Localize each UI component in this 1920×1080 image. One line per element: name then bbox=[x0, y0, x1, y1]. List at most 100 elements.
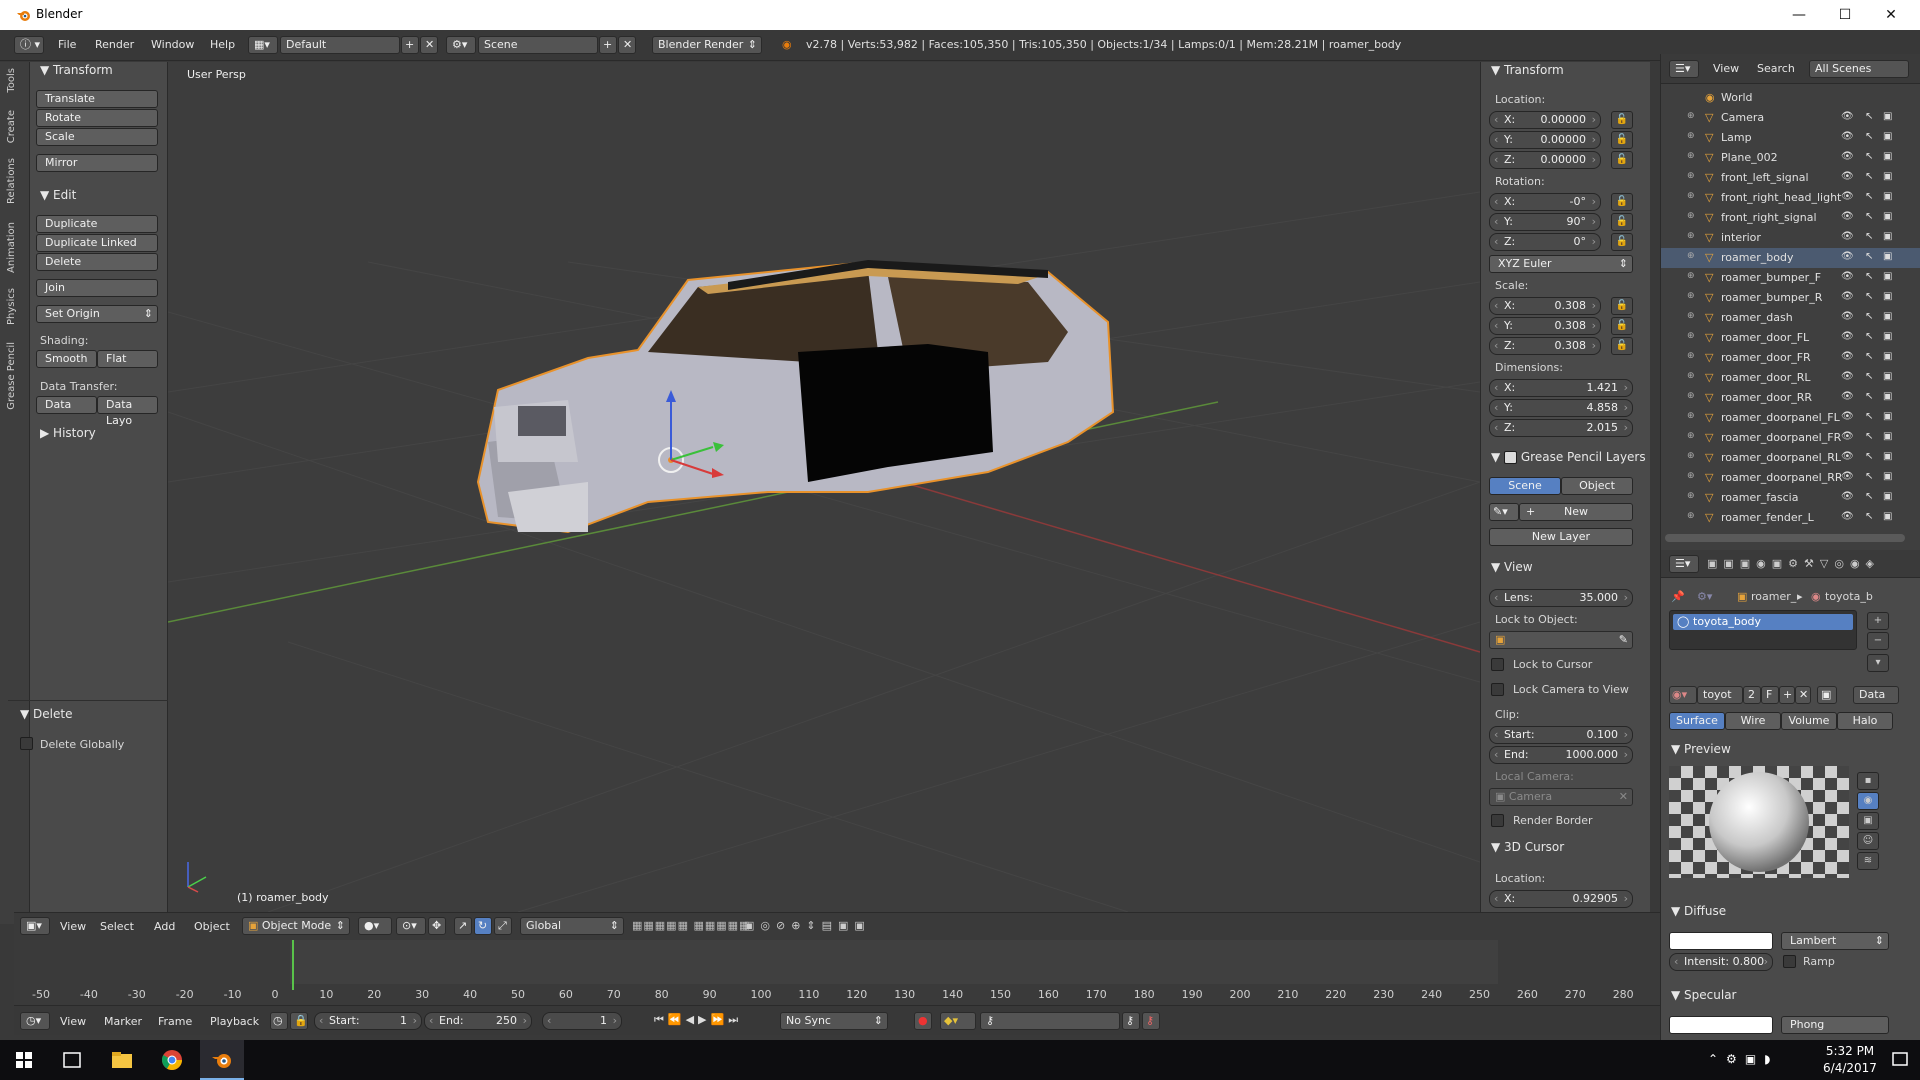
outliner-row[interactable]: ⊕ ▽ roamer_bumper_R 👁 ↖ ▣ bbox=[1661, 288, 1920, 308]
selectable-cursor-icon[interactable]: ↖ bbox=[1865, 511, 1873, 522]
expand-icon[interactable]: ⊕ bbox=[1687, 411, 1695, 421]
scale-x-field[interactable]: X: 0.308 bbox=[1489, 297, 1601, 315]
nodes-toggle[interactable]: ▣ bbox=[1817, 686, 1837, 704]
expand-icon[interactable]: ⊕ bbox=[1687, 231, 1695, 241]
preview-type-buttons[interactable]: ▪ ◉ ▣ ☺ ≋ bbox=[1857, 772, 1879, 874]
outliner-row[interactable]: ⊕ ▽ roamer_bumper_F 👁 ↖ ▣ bbox=[1661, 268, 1920, 288]
outliner-scrollbar[interactable] bbox=[1665, 534, 1905, 542]
selectable-cursor-icon[interactable]: ↖ bbox=[1865, 451, 1873, 462]
breadcrumb-material[interactable]: toyota_b bbox=[1825, 590, 1873, 603]
pivot-select[interactable]: ⊙▾ bbox=[396, 917, 426, 935]
expand-icon[interactable]: ⊕ bbox=[1687, 351, 1695, 361]
gp-new-button[interactable]: + New bbox=[1519, 503, 1633, 521]
mirror-button[interactable]: Mirror bbox=[36, 154, 158, 172]
outliner-row[interactable]: ⊕ ▽ front_right_head_light 👁 ↖ ▣ bbox=[1661, 188, 1920, 208]
outliner-row[interactable]: ⊕ ▽ roamer_door_RL 👁 ↖ ▣ bbox=[1661, 368, 1920, 388]
scale-manipulator[interactable]: ⤢ bbox=[494, 917, 512, 935]
preview-range-toggle[interactable]: ◷ bbox=[270, 1012, 288, 1030]
add-slot-button[interactable]: + bbox=[1867, 612, 1889, 630]
notifications-icon[interactable] bbox=[1884, 1048, 1916, 1072]
visibility-eye-icon[interactable]: 👁 bbox=[1841, 511, 1854, 522]
rotation-mode-select[interactable]: XYZ Euler ⇕ bbox=[1489, 255, 1633, 273]
layout-browse[interactable]: ▦▾ bbox=[248, 36, 278, 54]
close-button[interactable]: ✕ bbox=[1868, 0, 1914, 30]
timeline-editor-menu[interactable]: ◷▾ bbox=[20, 1012, 50, 1030]
material-name-field[interactable]: toyot bbox=[1697, 686, 1743, 704]
expand-icon[interactable]: ⊕ bbox=[1687, 391, 1695, 401]
outliner-filter-select[interactable]: All Scenes bbox=[1809, 60, 1909, 78]
visibility-eye-icon[interactable]: 👁 bbox=[1841, 231, 1854, 242]
rotate-manipulator[interactable]: ↻ bbox=[474, 917, 492, 935]
remove-slot-button[interactable]: − bbox=[1867, 632, 1889, 650]
render-camera-icon[interactable]: ▣ bbox=[1883, 191, 1892, 202]
lock-object-field[interactable]: ▣ ✎ bbox=[1489, 631, 1633, 649]
scale-y-field[interactable]: Y: 0.308 bbox=[1489, 317, 1601, 335]
visibility-eye-icon[interactable]: 👁 bbox=[1841, 151, 1854, 162]
outliner-row[interactable]: ⊕ ▽ front_right_signal 👁 ↖ ▣ bbox=[1661, 208, 1920, 228]
rotate-button[interactable]: Rotate bbox=[36, 109, 158, 127]
scene-field[interactable]: Scene bbox=[478, 36, 598, 54]
mode-select[interactable]: ▣ Object Mode ⇕ bbox=[242, 917, 350, 935]
tab-grease-pencil[interactable]: Grease Pencil bbox=[6, 342, 17, 410]
lock-range-toggle[interactable]: 🔒 bbox=[290, 1012, 308, 1030]
gp-object-button[interactable]: Object bbox=[1561, 477, 1633, 495]
selectable-cursor-icon[interactable]: ↖ bbox=[1865, 371, 1873, 382]
visibility-eye-icon[interactable]: 👁 bbox=[1841, 411, 1854, 422]
delete-keyframe-button[interactable]: ⚷ bbox=[1142, 1012, 1160, 1030]
preview-cube-icon[interactable]: ▣ bbox=[1857, 812, 1879, 830]
location-x-field[interactable]: X: 0.00000 bbox=[1489, 111, 1601, 129]
clip-end-field[interactable]: End: 1000.000 bbox=[1489, 746, 1633, 764]
render-camera-icon[interactable]: ▣ bbox=[1883, 291, 1892, 302]
selectable-cursor-icon[interactable]: ↖ bbox=[1865, 271, 1873, 282]
translate-manipulator[interactable]: ↗ bbox=[454, 917, 472, 935]
rotation-z-field[interactable]: Z: 0° bbox=[1489, 233, 1601, 251]
playback-menu[interactable]: Playback bbox=[210, 1015, 259, 1028]
timeline-view-menu[interactable]: View bbox=[60, 1015, 86, 1028]
end-frame-field[interactable]: End: 250 bbox=[424, 1012, 532, 1030]
data-button[interactable]: Data bbox=[36, 396, 97, 414]
transform-panel-header[interactable]: ▼ Transform bbox=[40, 63, 113, 77]
unlink-material-button[interactable]: ✕ bbox=[1795, 686, 1811, 704]
manipulator-toggle[interactable]: ✥ bbox=[428, 917, 446, 935]
scale-button[interactable]: Scale bbox=[36, 128, 158, 146]
outliner-row[interactable]: ⊕ ▽ Lamp 👁 ↖ ▣ bbox=[1661, 128, 1920, 148]
render-camera-icon[interactable]: ▣ bbox=[1883, 171, 1892, 182]
gp-browse[interactable]: ✎▾ bbox=[1489, 503, 1519, 521]
selectable-cursor-icon[interactable]: ↖ bbox=[1865, 331, 1873, 342]
tab-relations[interactable]: Relations bbox=[6, 158, 17, 204]
system-tray-icons[interactable]: ⌃⚙▣◗ bbox=[1708, 1052, 1778, 1066]
lock-icon[interactable]: 🔓 bbox=[1611, 233, 1633, 251]
expand-icon[interactable]: ⊕ bbox=[1687, 251, 1695, 261]
slot-menu-button[interactable]: ▾ bbox=[1867, 654, 1889, 672]
tab-wire[interactable]: Wire bbox=[1725, 712, 1781, 730]
selectable-cursor-icon[interactable]: ↖ bbox=[1865, 411, 1873, 422]
expand-icon[interactable]: ⊕ bbox=[1687, 491, 1695, 501]
expand-icon[interactable]: ⊕ bbox=[1687, 471, 1695, 481]
windows-start-icon[interactable] bbox=[8, 1048, 40, 1072]
menu-add[interactable]: Add bbox=[154, 920, 175, 933]
preview-hair-icon[interactable]: ≋ bbox=[1857, 852, 1879, 870]
tab-volume[interactable]: Volume bbox=[1781, 712, 1837, 730]
tab-create[interactable]: Create bbox=[6, 110, 17, 143]
outliner-row[interactable]: ⊕ ▽ roamer_body 👁 ↖ ▣ bbox=[1661, 248, 1920, 268]
selectable-cursor-icon[interactable]: ↖ bbox=[1865, 391, 1873, 402]
file-explorer-icon[interactable] bbox=[106, 1048, 138, 1072]
render-camera-icon[interactable]: ▣ bbox=[1883, 471, 1892, 482]
diffuse-header[interactable]: ▼ Diffuse bbox=[1671, 904, 1726, 918]
insert-keyframe-button[interactable]: ⚷ bbox=[1122, 1012, 1140, 1030]
outliner-row[interactable]: ⊕ ▽ Camera 👁 ↖ ▣ bbox=[1661, 108, 1920, 128]
location-y-field[interactable]: Y: 0.00000 bbox=[1489, 131, 1601, 149]
menu-view[interactable]: View bbox=[60, 920, 86, 933]
render-engine-select[interactable]: Blender Render ⇕ bbox=[652, 36, 762, 54]
dimension-y-field[interactable]: Y: 4.858 bbox=[1489, 399, 1633, 417]
diffuse-shader-select[interactable]: Lambert ⇕ bbox=[1781, 932, 1889, 950]
active-keying-set[interactable]: ⚷ bbox=[980, 1012, 1120, 1030]
expand-icon[interactable]: ⊕ bbox=[1687, 211, 1695, 221]
tab-animation[interactable]: Animation bbox=[6, 222, 17, 273]
render-camera-icon[interactable]: ▣ bbox=[1883, 251, 1892, 262]
history-panel-header[interactable]: ▶ History bbox=[40, 426, 96, 440]
clock-time[interactable]: 5:32 PM bbox=[1815, 1044, 1885, 1058]
expand-icon[interactable]: ⊕ bbox=[1687, 111, 1695, 121]
visibility-eye-icon[interactable]: 👁 bbox=[1841, 431, 1854, 442]
transform-n-header[interactable]: ▼ Transform bbox=[1491, 63, 1564, 77]
